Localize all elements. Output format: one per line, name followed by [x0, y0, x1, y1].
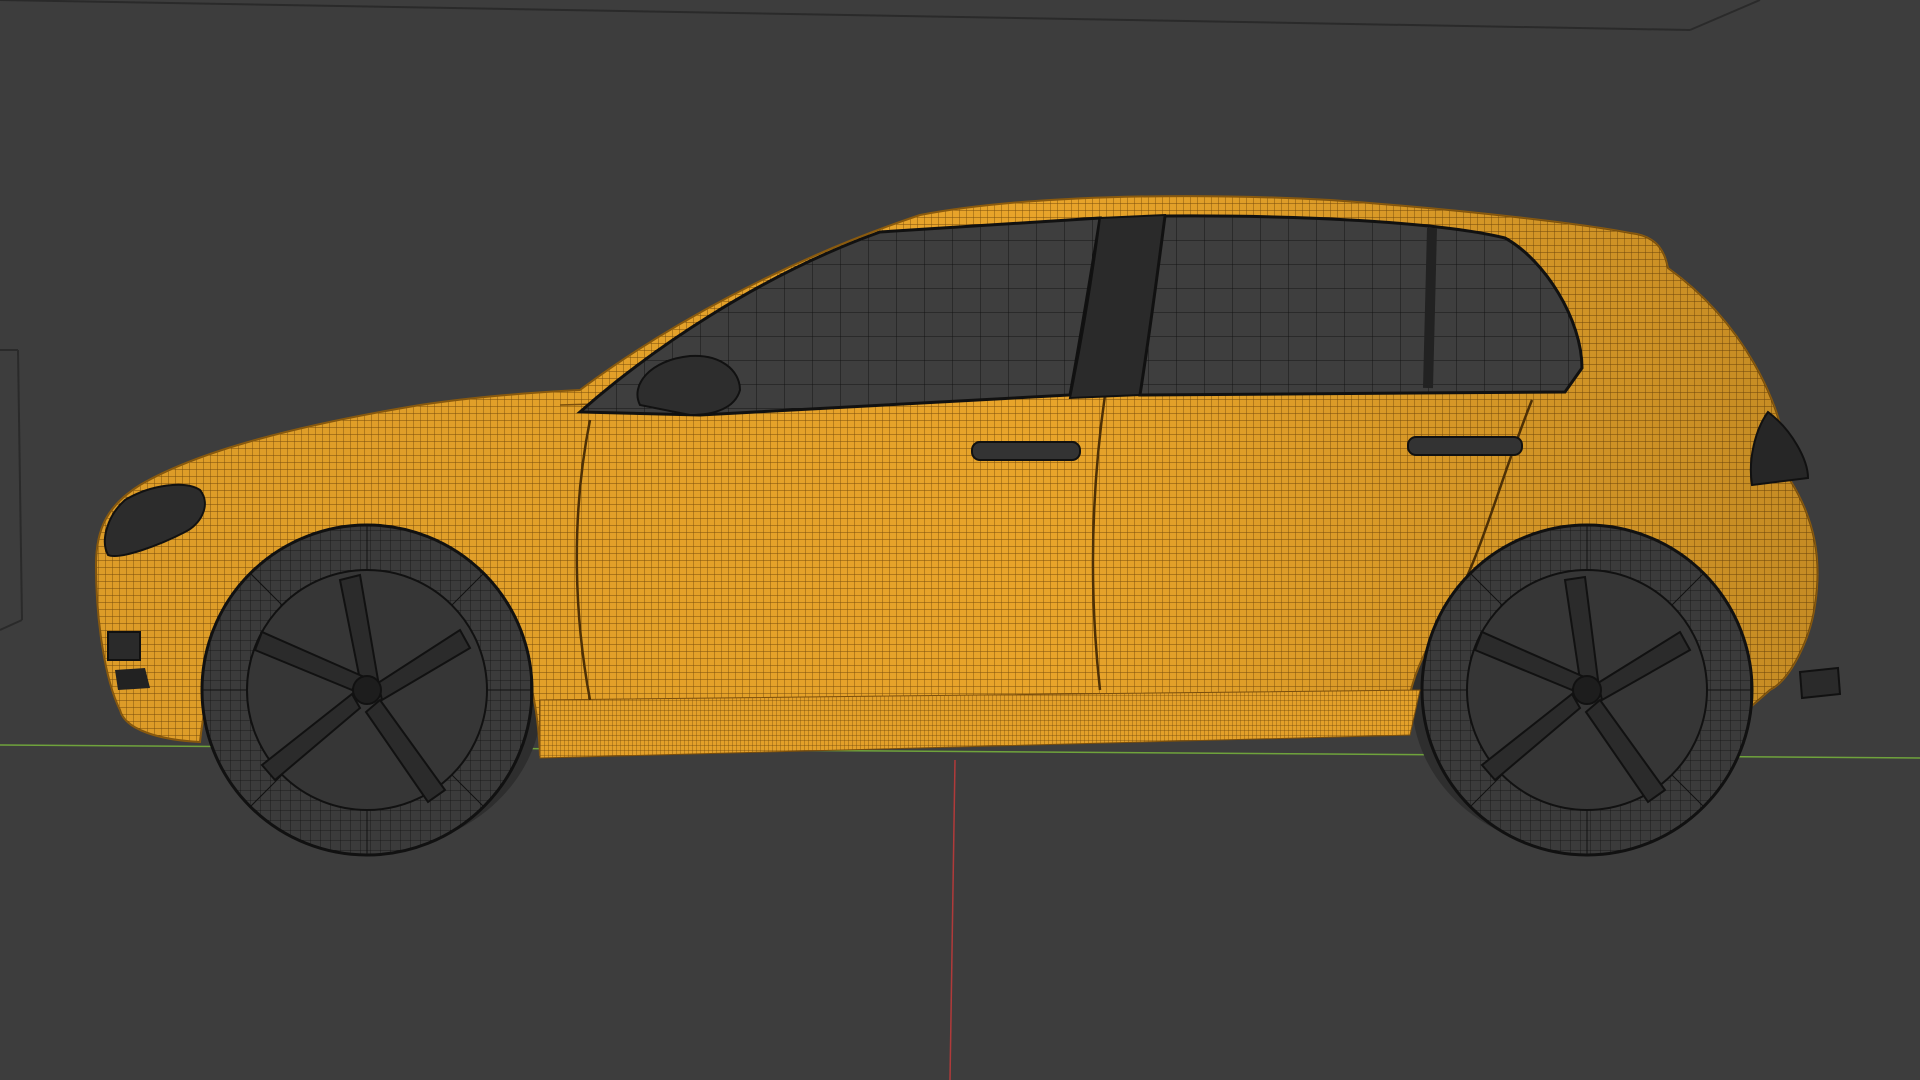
side-sill	[539, 689, 1421, 759]
front-fog-light	[107, 631, 141, 661]
rear-hub-cap	[1572, 675, 1602, 705]
y-axis-line	[949, 759, 956, 1080]
front-hub-cap	[352, 675, 382, 705]
front-lower-grille	[115, 668, 150, 690]
viewport-canvas[interactable]	[0, 0, 1920, 1080]
c-pillar-line	[1423, 227, 1437, 389]
3d-viewport[interactable]	[0, 0, 1920, 1080]
front-door-handle	[971, 441, 1081, 461]
exhaust-pipe	[1798, 666, 1842, 700]
rear-wheel[interactable]	[1420, 523, 1754, 857]
car-mesh[interactable]	[94, 195, 1842, 857]
rear-door-handle	[1407, 436, 1523, 456]
front-wheel[interactable]	[200, 523, 534, 857]
